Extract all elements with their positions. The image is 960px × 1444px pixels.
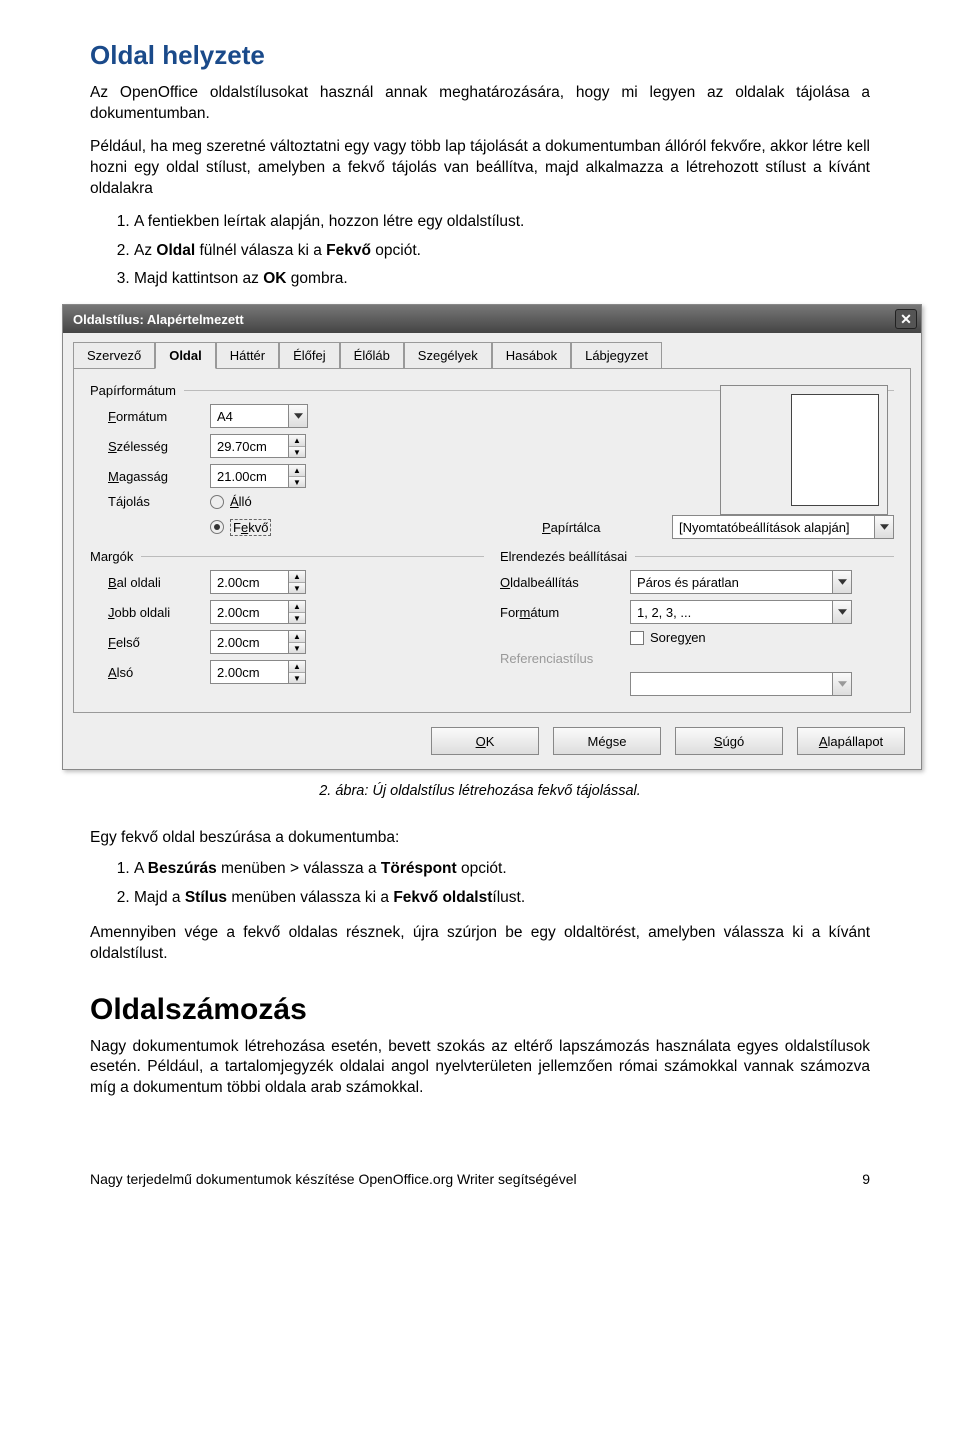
- label-top-margin: Felső: [90, 635, 210, 650]
- spin-up-icon[interactable]: ▲: [289, 465, 305, 476]
- chevron-down-icon[interactable]: [874, 515, 894, 539]
- paper-tray-select[interactable]: [Nyomtatóbeállítások alapján]: [672, 515, 894, 539]
- spin-up-icon[interactable]: ▲: [289, 601, 305, 612]
- ok-button[interactable]: OK: [431, 727, 539, 755]
- tab-background[interactable]: Háttér: [216, 342, 279, 369]
- paragraph-3: Amennyiben vége a fekvő oldalas résznek,…: [90, 923, 870, 965]
- label-width: Szélesség: [90, 439, 210, 454]
- tab-footer[interactable]: Élőláb: [340, 342, 404, 369]
- tab-borders[interactable]: Szegélyek: [404, 342, 492, 369]
- chevron-down-icon[interactable]: [832, 570, 852, 594]
- cancel-button[interactable]: Mégse: [553, 727, 661, 755]
- footer-text: Nagy terjedelmű dokumentumok készítése O…: [90, 1171, 577, 1187]
- label-format: Formátum: [90, 409, 210, 424]
- paragraph-4: Nagy dokumentumok létrehozása esetén, be…: [90, 1037, 870, 1100]
- chevron-down-icon[interactable]: [832, 600, 852, 624]
- list-item: A fentiekben leírtak alapján, hozzon lét…: [134, 212, 870, 233]
- right-margin-spinner[interactable]: 2.00cm ▲▼: [210, 600, 306, 624]
- top-margin-spinner[interactable]: 2.00cm ▲▼: [210, 630, 306, 654]
- group-layout: Elrendezés beállításai: [500, 549, 633, 564]
- tab-footnote[interactable]: Lábjegyzet: [571, 342, 662, 369]
- reference-style-select: [630, 672, 852, 696]
- left-margin-spinner[interactable]: 2.00cm ▲▼: [210, 570, 306, 594]
- steps-list-2: A Beszúrás menüben > válassza a Töréspon…: [90, 859, 870, 909]
- register-true-label: Soregyen: [650, 630, 706, 645]
- tab-header[interactable]: Élőfej: [279, 342, 340, 369]
- label-left-margin: Bal oldali: [90, 575, 210, 590]
- radio-portrait[interactable]: [210, 495, 224, 509]
- chevron-down-icon: [832, 672, 852, 696]
- tab-columns[interactable]: Hasábok: [492, 342, 571, 369]
- dialog-screenshot: Oldalstílus: Alapértelmezett ✕ Szervező …: [62, 304, 870, 770]
- label-paper-tray: Papírtálca: [542, 520, 672, 535]
- register-true-checkbox[interactable]: [630, 631, 644, 645]
- label-reference-style: Referenciastílus: [500, 651, 630, 666]
- list-item: A Beszúrás menüben > válassza a Töréspon…: [134, 859, 870, 880]
- steps-list-1: A fentiekben leírtak alapján, hozzon lét…: [90, 212, 870, 291]
- radio-portrait-label: Álló: [230, 494, 252, 509]
- close-icon[interactable]: ✕: [895, 309, 917, 329]
- section-2-title: Oldalszámozás: [90, 993, 870, 1027]
- label-format-numbers: Formátum: [500, 605, 630, 620]
- spin-down-icon[interactable]: ▼: [289, 642, 305, 654]
- height-spinner[interactable]: 21.00cm ▲▼: [210, 464, 306, 488]
- spin-up-icon[interactable]: ▲: [289, 631, 305, 642]
- figure-caption: 2. ábra: Új oldalstílus létrehozása fekv…: [90, 782, 870, 802]
- radio-landscape-label: Fekvő: [230, 520, 271, 535]
- help-button[interactable]: Súgó: [675, 727, 783, 755]
- page-layout-select[interactable]: Páros és páratlan: [630, 570, 852, 594]
- spin-down-icon[interactable]: ▼: [289, 476, 305, 488]
- tab-organizer[interactable]: Szervező: [73, 342, 155, 369]
- radio-landscape[interactable]: [210, 520, 224, 534]
- label-page-layout: Oldalbeállítás: [500, 575, 630, 590]
- subhead: Egy fekvő oldal beszúrása a dokumentumba…: [90, 828, 870, 849]
- section-title: Oldal helyzete: [90, 40, 870, 71]
- number-format-select[interactable]: 1, 2, 3, ...: [630, 600, 852, 624]
- spin-down-icon[interactable]: ▼: [289, 612, 305, 624]
- spin-up-icon[interactable]: ▲: [289, 571, 305, 582]
- intro-paragraph: Az OpenOffice oldalstílusokat használ an…: [90, 83, 870, 125]
- dialog-title: Oldalstílus: Alapértelmezett: [73, 312, 244, 327]
- reset-button[interactable]: Alapállapot: [797, 727, 905, 755]
- spin-down-icon[interactable]: ▼: [289, 446, 305, 458]
- chevron-down-icon[interactable]: [288, 404, 308, 428]
- spin-up-icon[interactable]: ▲: [289, 661, 305, 672]
- list-item: Majd kattintson az OK gombra.: [134, 269, 870, 290]
- page-number: 9: [862, 1171, 870, 1187]
- bottom-margin-spinner[interactable]: 2.00cm ▲▼: [210, 660, 306, 684]
- list-item: Majd a Stílus menüben válassza ki a Fekv…: [134, 888, 870, 909]
- label-orientation: Tájolás: [90, 494, 210, 509]
- dialog-titlebar[interactable]: Oldalstílus: Alapértelmezett ✕: [63, 305, 921, 333]
- label-bottom-margin: Alsó: [90, 665, 210, 680]
- page-preview: [720, 385, 888, 515]
- paragraph-2: Például, ha meg szeretné változtatni egy…: [90, 137, 870, 200]
- format-select[interactable]: A4: [210, 404, 308, 428]
- width-spinner[interactable]: 29.70cm ▲▼: [210, 434, 306, 458]
- tab-page[interactable]: Oldal: [155, 342, 216, 369]
- tab-row: Szervező Oldal Háttér Élőfej Élőláb Szeg…: [63, 333, 921, 368]
- list-item: Az Oldal fülnél válasza ki a Fekvő opció…: [134, 241, 870, 262]
- spin-down-icon[interactable]: ▼: [289, 672, 305, 684]
- spin-down-icon[interactable]: ▼: [289, 582, 305, 594]
- label-right-margin: Jobb oldali: [90, 605, 210, 620]
- group-margins: Margók: [90, 549, 139, 564]
- label-height: Magasság: [90, 469, 210, 484]
- spin-up-icon[interactable]: ▲: [289, 435, 305, 446]
- group-paper-format: Papírformátum: [90, 383, 182, 398]
